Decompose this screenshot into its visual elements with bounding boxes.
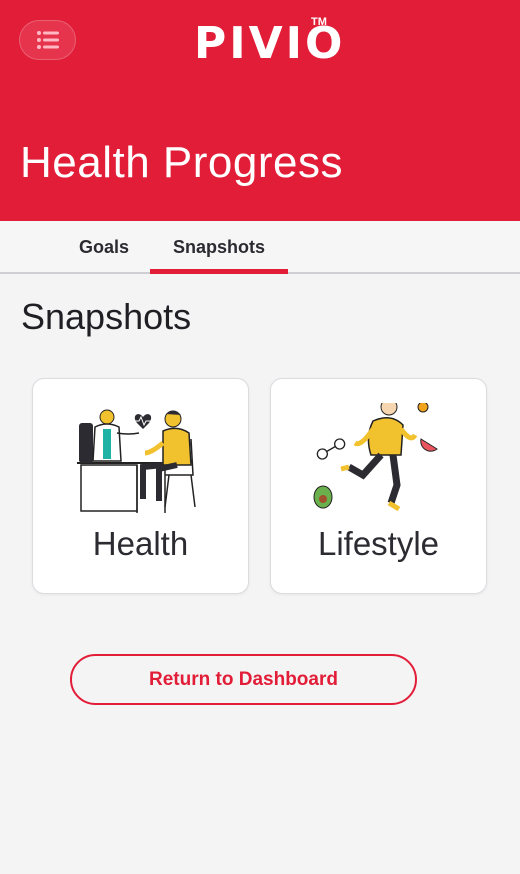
tab-goals[interactable]: Goals — [58, 221, 150, 274]
menu-button[interactable] — [19, 20, 76, 60]
health-card[interactable]: Health — [32, 378, 249, 594]
doctor-checkup-illustration — [77, 409, 196, 513]
page-title: Health Progress — [20, 138, 343, 187]
tab-bar: Goals Snapshots — [0, 221, 520, 274]
menu-list-icon — [36, 31, 59, 49]
active-tab-indicator — [150, 269, 288, 274]
lifestyle-card-label: Lifestyle — [317, 525, 440, 562]
health-card-label: Health — [92, 525, 189, 562]
trademark-mark: TM — [311, 16, 327, 28]
pivio-logo: PIVIO TM — [186, 12, 346, 70]
running-person-illustration — [313, 403, 438, 512]
tab-snapshots[interactable]: Snapshots — [150, 221, 288, 274]
section-title: Snapshots — [21, 296, 192, 337]
app-header: PIVIO TM Health Progress — [0, 0, 520, 221]
return-to-dashboard-button[interactable]: Return to Dashboard — [70, 654, 417, 705]
lifestyle-card[interactable]: Lifestyle — [270, 378, 487, 594]
